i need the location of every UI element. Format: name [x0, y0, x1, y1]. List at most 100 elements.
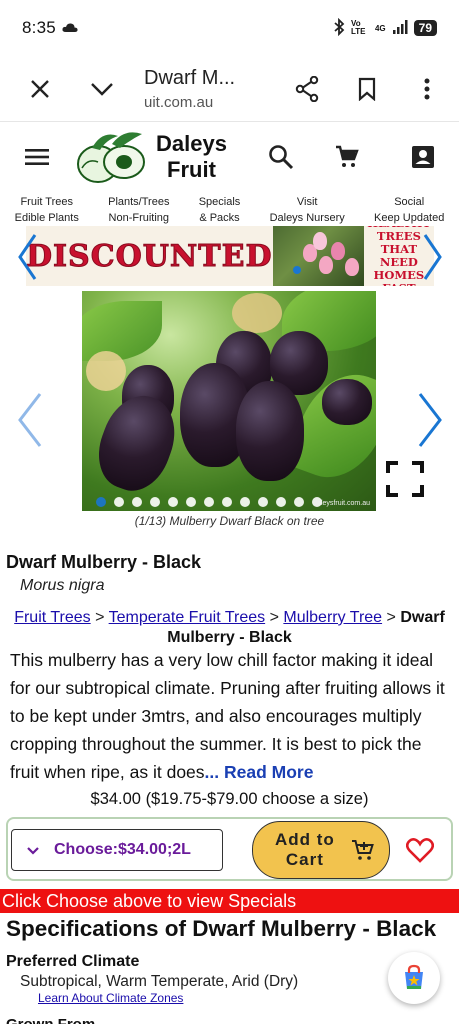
- nav-visit[interactable]: Visit Daleys Nursery: [270, 194, 345, 226]
- banner-next-button[interactable]: [418, 228, 448, 286]
- gallery-dot[interactable]: [96, 497, 106, 507]
- product-title: Dwarf Mulberry - Black: [6, 552, 202, 572]
- image-watermark: daleysfruit.com.au: [313, 500, 370, 507]
- add-to-cart-line: Add to: [275, 830, 335, 849]
- preferred-climate-label: Preferred Climate: [6, 953, 140, 970]
- gallery-next-button[interactable]: [412, 390, 448, 450]
- nav-specials[interactable]: Specials & Packs: [199, 194, 241, 226]
- add-to-cart-icon: [352, 840, 374, 860]
- gallery-dot[interactable]: [222, 497, 232, 507]
- network-label: 4G: [374, 23, 386, 33]
- gallery-dot[interactable]: [150, 497, 160, 507]
- breadcrumb-mulberry-tree[interactable]: Mulberry Tree: [283, 609, 382, 626]
- nav-label: Fruit Trees: [20, 196, 74, 208]
- wishlist-heart-icon[interactable]: [406, 837, 434, 863]
- chevron-right-icon: [423, 234, 442, 280]
- status-time: 8:35: [22, 18, 56, 37]
- cart-button[interactable]: [332, 142, 362, 172]
- nav-label: Plants/Trees: [108, 196, 170, 208]
- close-icon: [31, 79, 49, 98]
- discount-banner[interactable]: DISCOUNTED HEALTHY TREES THAT NEED HOMES…: [26, 226, 434, 286]
- banner-prev-button[interactable]: [12, 228, 42, 286]
- page-title: Dwarf M...: [144, 66, 236, 89]
- gallery-dot[interactable]: [114, 497, 124, 507]
- product-image[interactable]: daleysfruit.com.au: [82, 291, 376, 511]
- shopping-cart-icon: [336, 145, 359, 167]
- more-menu-button[interactable]: [403, 65, 451, 113]
- site-logo[interactable]: Daleys Fruit: [72, 126, 242, 188]
- breadcrumb-temperate-fruit-trees[interactable]: Temperate Fruit Trees: [109, 609, 266, 626]
- logo-text: Daleys Fruit: [156, 131, 227, 183]
- buy-box: Choose:$34.00;2L Add to Cart: [6, 817, 453, 881]
- specials-notice: Click Choose above to view Specials: [0, 889, 459, 913]
- more-vert-icon: [424, 78, 430, 99]
- account-button[interactable]: [408, 142, 438, 172]
- breadcrumb-separator: >: [95, 609, 105, 626]
- expand-button[interactable]: [78, 65, 126, 113]
- choose-size-dropdown[interactable]: Choose:$34.00;2L: [11, 829, 223, 871]
- search-icon: [269, 145, 294, 170]
- read-more-link[interactable]: ... Read More: [205, 762, 314, 782]
- nav-social[interactable]: Social Keep Updated: [374, 194, 444, 226]
- add-to-cart-line: Cart: [285, 850, 324, 869]
- nav-label: Specials: [198, 196, 241, 208]
- chevron-left-icon: [18, 234, 37, 280]
- chevron-down-icon: [27, 846, 39, 855]
- nav-sublabel: Daleys Nursery: [269, 212, 345, 224]
- cloud-icon: [62, 18, 78, 38]
- shopping-bag-icon: [405, 964, 423, 989]
- signal-icon: [392, 19, 408, 38]
- share-button[interactable]: [283, 65, 331, 113]
- site-header: Daleys Fruit: [0, 122, 459, 192]
- volte-label: Vo LTE: [350, 19, 366, 36]
- floating-store-button[interactable]: [388, 952, 440, 1004]
- nav-sublabel: Edible Plants: [14, 212, 79, 224]
- search-button[interactable]: [266, 142, 296, 172]
- image-caption: (1/13) Mulberry Dwarf Black on tree: [134, 514, 325, 528]
- chevron-left-icon: [18, 393, 42, 447]
- gallery-dot[interactable]: [186, 497, 196, 507]
- page-url: uit.com.au: [144, 93, 214, 111]
- bookmark-icon: [358, 77, 376, 101]
- menu-icon: [25, 149, 49, 165]
- gallery-prev-button[interactable]: [12, 390, 48, 450]
- close-button[interactable]: [16, 65, 64, 113]
- bookmark-button[interactable]: [343, 65, 391, 113]
- chevron-right-icon: [418, 393, 442, 447]
- chevron-down-icon: [91, 82, 113, 96]
- breadcrumb-separator: >: [386, 609, 396, 626]
- climate-zones-link[interactable]: Learn About Climate Zones: [38, 991, 183, 1005]
- gallery-dot[interactable]: [294, 497, 304, 507]
- bluetooth-icon: [333, 17, 345, 39]
- category-nav: Fruit Trees Edible Plants Plants/Trees Non…: [0, 194, 459, 226]
- fullscreen-button[interactable]: [386, 461, 424, 497]
- add-to-cart-label: Add to Cart: [275, 830, 335, 870]
- gallery-dot[interactable]: [204, 497, 214, 507]
- price-range: $34.00 ($19.75-$79.00 choose a size): [90, 790, 369, 808]
- specifications-heading: Specifications of Dwarf Mulberry - Black: [6, 916, 437, 941]
- page-title-area[interactable]: Dwarf M... uit.com.au: [126, 67, 283, 111]
- logo-line-2: Fruit: [167, 157, 216, 182]
- gallery-dots: [96, 497, 322, 507]
- nav-fruit-trees[interactable]: Fruit Trees Edible Plants: [15, 194, 79, 226]
- gallery-dot[interactable]: [168, 497, 178, 507]
- choose-size-label: Choose:$34.00;2L: [54, 841, 191, 858]
- gallery-dot[interactable]: [132, 497, 142, 507]
- nav-sublabel: Keep Updated: [374, 212, 445, 224]
- gallery-dot[interactable]: [258, 497, 268, 507]
- breadcrumb-fruit-trees[interactable]: Fruit Trees: [14, 609, 90, 626]
- nav-sublabel: & Packs: [199, 212, 240, 224]
- gallery-dot[interactable]: [240, 497, 250, 507]
- nav-sublabel: Non-Fruiting: [108, 212, 170, 224]
- preferred-climate-value: Subtropical, Warm Temperate, Arid (Dry): [20, 973, 299, 990]
- banner-discounted-text: DISCOUNTED: [26, 238, 273, 274]
- account-icon: [412, 146, 434, 168]
- add-to-cart-button[interactable]: Add to Cart: [252, 821, 390, 879]
- breadcrumb: Fruit Trees > Temperate Fruit Trees > Mu…: [6, 608, 453, 648]
- breadcrumb-separator: >: [269, 609, 279, 626]
- gallery-dot[interactable]: [276, 497, 286, 507]
- hamburger-menu-button[interactable]: [22, 142, 52, 172]
- browser-toolbar: Dwarf M... uit.com.au: [0, 56, 459, 122]
- fruit-logo-icon: [77, 132, 145, 183]
- nav-plants-trees[interactable]: Plants/Trees Non-Fruiting: [108, 194, 169, 226]
